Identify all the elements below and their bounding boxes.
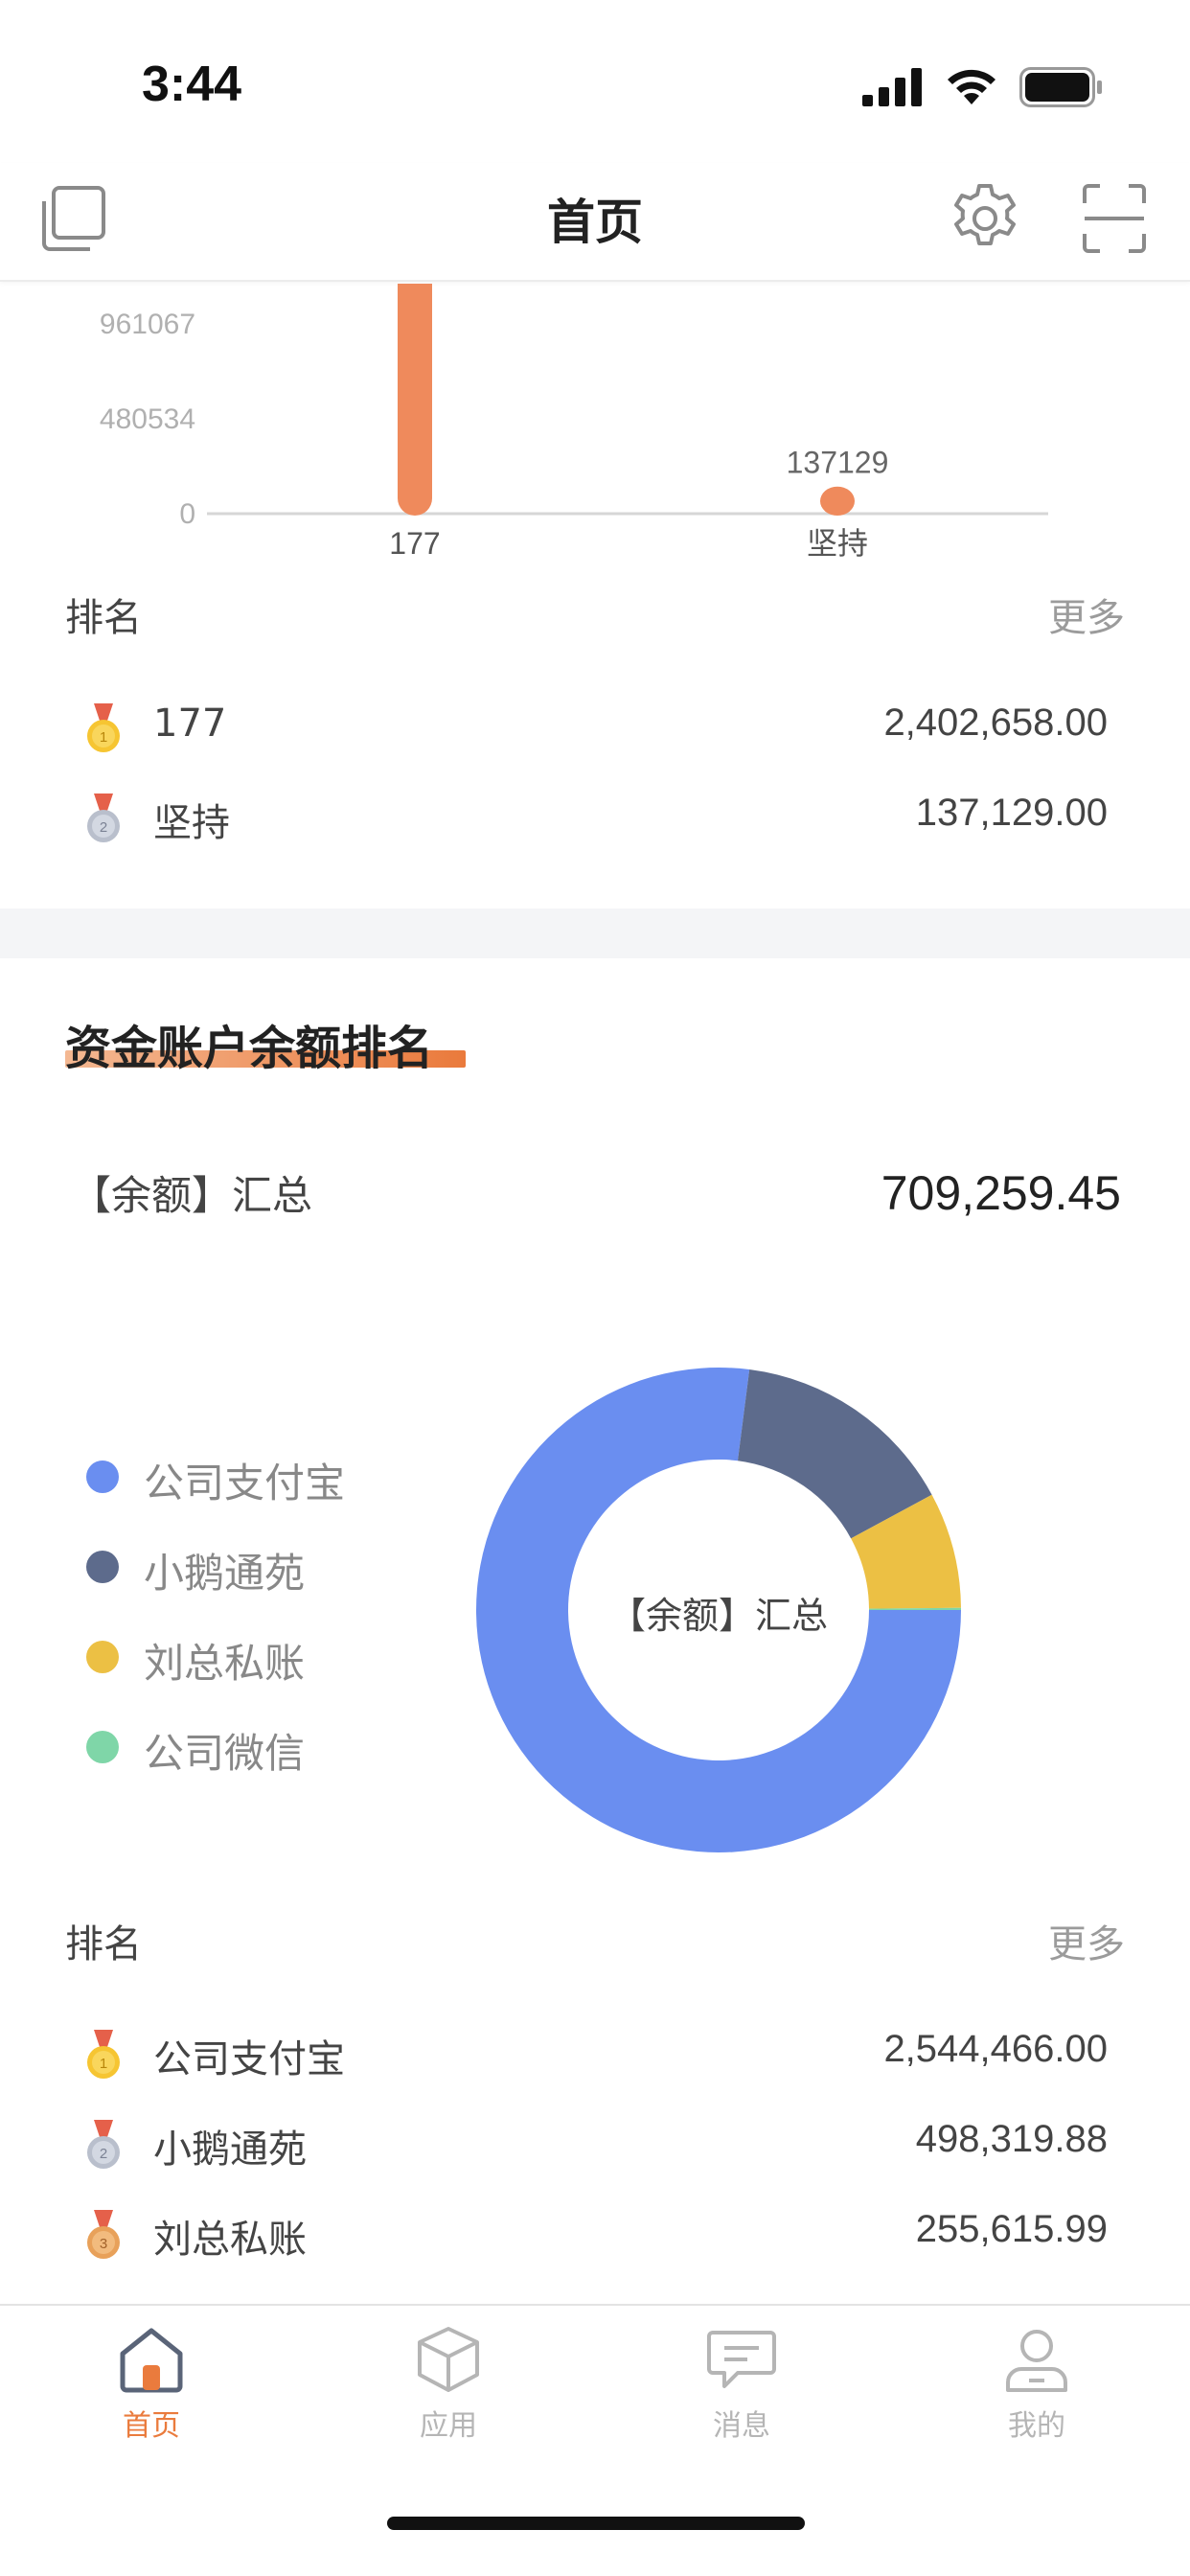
svg-text:1: 1: [100, 729, 107, 746]
ranking-row[interactable]: 1 公司支付宝 2,544,466.00: [0, 2018, 1190, 2085]
tab-bar: 首页 应用 消息 我的: [0, 2304, 1190, 2576]
tab-apps[interactable]: 应用: [362, 2325, 535, 2450]
status-time: 3:44: [142, 57, 242, 112]
svg-text:2: 2: [100, 2146, 107, 2162]
section-divider: [0, 908, 1190, 958]
legend-dot: [86, 1731, 119, 1763]
ranking-name: 坚持: [153, 801, 230, 845]
legend-dot: [86, 1551, 119, 1583]
y-tick-label: 0: [179, 498, 195, 530]
y-tick-label: 480534: [100, 403, 195, 435]
ranking-label: 排名: [65, 596, 142, 640]
ranking-row[interactable]: 3 刘总私账 255,615.99: [0, 2198, 1190, 2266]
bar[interactable]: [820, 486, 855, 516]
tab-label: 首页: [123, 2409, 180, 2443]
status-icons: [862, 67, 1104, 107]
legend-label: 刘总私账: [144, 1640, 306, 1687]
status-bar: 3:44: [0, 0, 1190, 163]
ranking-value: 2,544,466.00: [883, 2028, 1108, 2070]
y-tick-label: 961067: [100, 309, 195, 340]
legend-dot: [86, 1641, 119, 1673]
svg-text:3: 3: [100, 2236, 107, 2252]
bronze-medal-icon: 3: [87, 2210, 120, 2259]
nav-bar: 首页: [0, 163, 1190, 282]
gold-medal-icon: 1: [87, 703, 120, 752]
ranking-row[interactable]: 2 小鹅通苑 498,319.88: [0, 2108, 1190, 2175]
svg-text:2: 2: [100, 819, 107, 836]
signal-icon: [862, 68, 922, 106]
data-label: 137129: [787, 446, 889, 480]
legend-dot: [86, 1460, 119, 1493]
battery-icon: [1019, 67, 1102, 107]
legend-label: 公司支付宝: [144, 1460, 346, 1506]
ranking-value: 2,402,658.00: [883, 702, 1108, 744]
ranking-name: 177: [153, 702, 227, 746]
ranking-value: 137,129.00: [915, 792, 1108, 834]
silver-medal-icon: 2: [87, 794, 120, 842]
tab-me[interactable]: 我的: [950, 2325, 1123, 2450]
more-link[interactable]: 更多: [1048, 586, 1125, 642]
ranking-row[interactable]: 2 坚持 137,129.00: [0, 782, 1190, 849]
user-icon: [1006, 2330, 1067, 2392]
tab-label: 消息: [713, 2409, 770, 2443]
scan-icon[interactable]: [1081, 180, 1148, 257]
ranking-value: 498,319.88: [915, 2118, 1108, 2160]
legend-item[interactable]: 公司支付宝: [82, 1445, 427, 1506]
home-indicator[interactable]: [387, 2517, 805, 2530]
ranking-name: 公司支付宝: [153, 2037, 345, 2082]
section-title: 资金账户余额排名: [65, 1022, 434, 1075]
silver-medal-icon: 2: [87, 2120, 120, 2169]
x-tick-label: 坚持: [807, 526, 868, 561]
summary-label: 【余额】汇总: [71, 1172, 313, 1219]
tab-label: 我的: [1008, 2409, 1065, 2443]
legend-item[interactable]: 小鹅通苑: [82, 1535, 427, 1597]
legend-item[interactable]: 公司微信: [82, 1715, 427, 1777]
summary-value: 709,259.45: [881, 1166, 1121, 1220]
cube-icon: [418, 2327, 479, 2392]
gold-medal-icon: 1: [87, 2030, 120, 2079]
legend-label: 公司微信: [144, 1730, 306, 1777]
ranking-row[interactable]: 1 177 2,402,658.00: [0, 692, 1190, 759]
donut-center-label: 【余额】汇总: [608, 1595, 828, 1637]
tab-home[interactable]: 首页: [65, 2325, 238, 2450]
tab-label: 应用: [420, 2409, 477, 2443]
ranking-label: 排名: [65, 1922, 142, 1966]
legend-label: 小鹅通苑: [144, 1550, 306, 1597]
tab-messages[interactable]: 消息: [655, 2325, 828, 2450]
wifi-icon: [948, 69, 995, 104]
home-icon: [120, 2328, 183, 2393]
ranking-name: 小鹅通苑: [153, 2128, 307, 2172]
ranking-value: 255,615.99: [915, 2208, 1108, 2250]
more-link[interactable]: 更多: [1048, 1913, 1125, 1968]
bar-chart: 0 480534 961067 177 坚持 137129: [100, 284, 1048, 561]
legend-item[interactable]: 刘总私账: [82, 1625, 427, 1687]
ranking-name: 刘总私账: [153, 2218, 307, 2262]
svg-text:1: 1: [100, 2056, 107, 2072]
message-icon: [707, 2331, 776, 2388]
bar[interactable]: [398, 284, 432, 516]
gear-icon[interactable]: [947, 180, 1023, 257]
x-tick-label: 177: [389, 526, 440, 561]
